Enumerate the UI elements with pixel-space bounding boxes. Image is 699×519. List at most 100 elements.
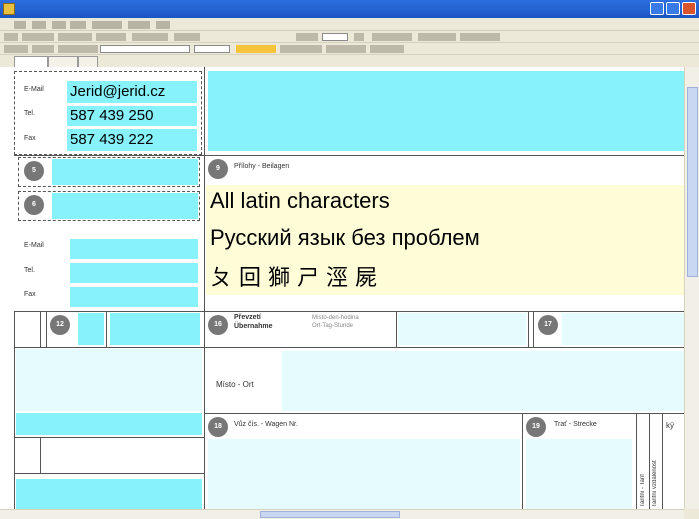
- tab-label[interactable]: [78, 56, 98, 67]
- email-label-2: E-Mail: [24, 242, 44, 249]
- toolbar-button-3[interactable]: [58, 33, 92, 41]
- tel-label-2: Tel.: [24, 267, 35, 274]
- tab-back-page[interactable]: [48, 56, 78, 67]
- badge-16: 16: [208, 315, 228, 335]
- toolbar-top: [0, 31, 699, 43]
- actual-size-button[interactable]: [460, 33, 500, 41]
- takeover-label-cz: Převzetí: [234, 314, 261, 321]
- divider-19b: [649, 413, 650, 509]
- horizontal-scrollbar[interactable]: [0, 509, 684, 519]
- divider-19c: [662, 413, 663, 509]
- wagon-label: Vůz čís. - Wagen Nr.: [234, 421, 298, 428]
- map-area-button[interactable]: [280, 45, 322, 53]
- close-button[interactable]: [682, 2, 696, 15]
- menu-item-4[interactable]: [70, 21, 86, 29]
- tel-value: 587 439 250: [70, 107, 154, 124]
- print-button[interactable]: [370, 45, 404, 53]
- field-12a-input[interactable]: [78, 313, 104, 345]
- divider-19a: [636, 413, 637, 509]
- maximize-button[interactable]: [666, 2, 680, 15]
- toolbar-button-4[interactable]: [96, 33, 126, 41]
- route-field[interactable]: [526, 439, 632, 509]
- toolbar-bottom: [0, 43, 699, 55]
- divider-17b: [533, 311, 534, 347]
- divider-1: [14, 155, 684, 156]
- takeover-label-de: Übernahme: [234, 323, 273, 330]
- divider-vertical-main: [204, 67, 205, 509]
- vertical-scroll-thumb[interactable]: [687, 87, 698, 277]
- takeover-hint-1: Místo-den-hodina: [312, 315, 359, 321]
- minimize-button[interactable]: [650, 2, 664, 15]
- takeover-hint-2: Ort-Tag-Stunde: [312, 323, 354, 329]
- field-6-input[interactable]: [52, 193, 198, 219]
- map-cell-2-button[interactable]: [326, 45, 366, 53]
- email-field-2[interactable]: [70, 239, 198, 259]
- toolbar2-button-1[interactable]: [4, 45, 28, 53]
- wagon-field[interactable]: [208, 439, 520, 509]
- field-5-input[interactable]: [52, 159, 198, 185]
- menu-bar: [0, 18, 699, 31]
- divider-16: [396, 311, 397, 347]
- divider-left-2: [40, 437, 41, 473]
- badge-12: 12: [50, 315, 70, 335]
- page-width-button[interactable]: [418, 33, 456, 41]
- map-cell-button[interactable]: [236, 45, 276, 53]
- email-value: Jerid@jerid.cz: [70, 83, 166, 100]
- divider-left: [14, 311, 15, 509]
- place-label: Místo - Ort: [216, 380, 254, 389]
- horizontal-scroll-thumb[interactable]: [260, 511, 400, 518]
- toolbar2-button-3[interactable]: [58, 45, 98, 53]
- field-16-input[interactable]: [398, 313, 526, 345]
- toolbar-button-6[interactable]: [174, 33, 200, 41]
- menu-item-6[interactable]: [128, 21, 150, 29]
- badge-9: 9: [208, 159, 228, 179]
- divider-left-3: [14, 473, 204, 474]
- toolbar-button-1[interactable]: [4, 33, 18, 41]
- menu-item-7[interactable]: [156, 21, 170, 29]
- zoom-label: [296, 33, 318, 41]
- window-controls: [650, 2, 696, 15]
- toolbar-button-2[interactable]: [22, 33, 54, 41]
- tel-field-2[interactable]: [70, 263, 198, 283]
- badge-18: 18: [208, 417, 228, 437]
- divider-17a: [528, 311, 529, 347]
- tel-label: Tel.: [24, 110, 35, 117]
- consignee-field[interactable]: [208, 71, 684, 151]
- text-line-latin: All latin characters: [210, 188, 390, 213]
- tab-front-page[interactable]: [14, 56, 48, 67]
- menu-item-3[interactable]: [52, 21, 66, 29]
- badge-6: 6: [24, 195, 44, 215]
- divider-18: [522, 413, 523, 509]
- zoom-input[interactable]: [322, 33, 348, 41]
- scroll-corner: [684, 509, 699, 519]
- badge-5: 5: [24, 161, 44, 181]
- fax-value: 587 439 222: [70, 131, 154, 148]
- form-canvas: E-Mail Jerid@jerid.cz Tel. 587 439 250 F…: [0, 67, 684, 509]
- left-cyan-field-2[interactable]: [16, 479, 202, 509]
- badge-17: 17: [538, 315, 558, 335]
- field-12b-input[interactable]: [110, 313, 200, 345]
- menu-item-1[interactable]: [14, 21, 26, 29]
- whole-page-button[interactable]: [372, 33, 412, 41]
- fax-field-2[interactable]: [70, 287, 198, 307]
- field-17-input[interactable]: [562, 313, 684, 345]
- menu-item-2[interactable]: [32, 21, 46, 29]
- attachments-label: Přílohy - Beilagen: [234, 163, 290, 170]
- left-lower-area[interactable]: [16, 349, 202, 411]
- toolbar2-button-2[interactable]: [32, 45, 54, 53]
- size-select[interactable]: [194, 45, 230, 53]
- place-field[interactable]: [282, 351, 684, 411]
- title-bar: [0, 0, 699, 18]
- zoom-button[interactable]: [354, 33, 364, 41]
- vertical-scrollbar[interactable]: [684, 67, 699, 509]
- fax-label: Fax: [24, 135, 36, 142]
- divider-12b: [46, 311, 47, 347]
- divider-3: [14, 347, 684, 348]
- toolbar-button-5[interactable]: [132, 33, 168, 41]
- menu-item-5[interactable]: [92, 21, 122, 29]
- window-title: [20, 3, 540, 14]
- divider-left-1: [14, 437, 204, 438]
- document-icon: [3, 3, 15, 15]
- font-select[interactable]: [100, 45, 190, 53]
- left-cyan-field-1[interactable]: [16, 413, 202, 435]
